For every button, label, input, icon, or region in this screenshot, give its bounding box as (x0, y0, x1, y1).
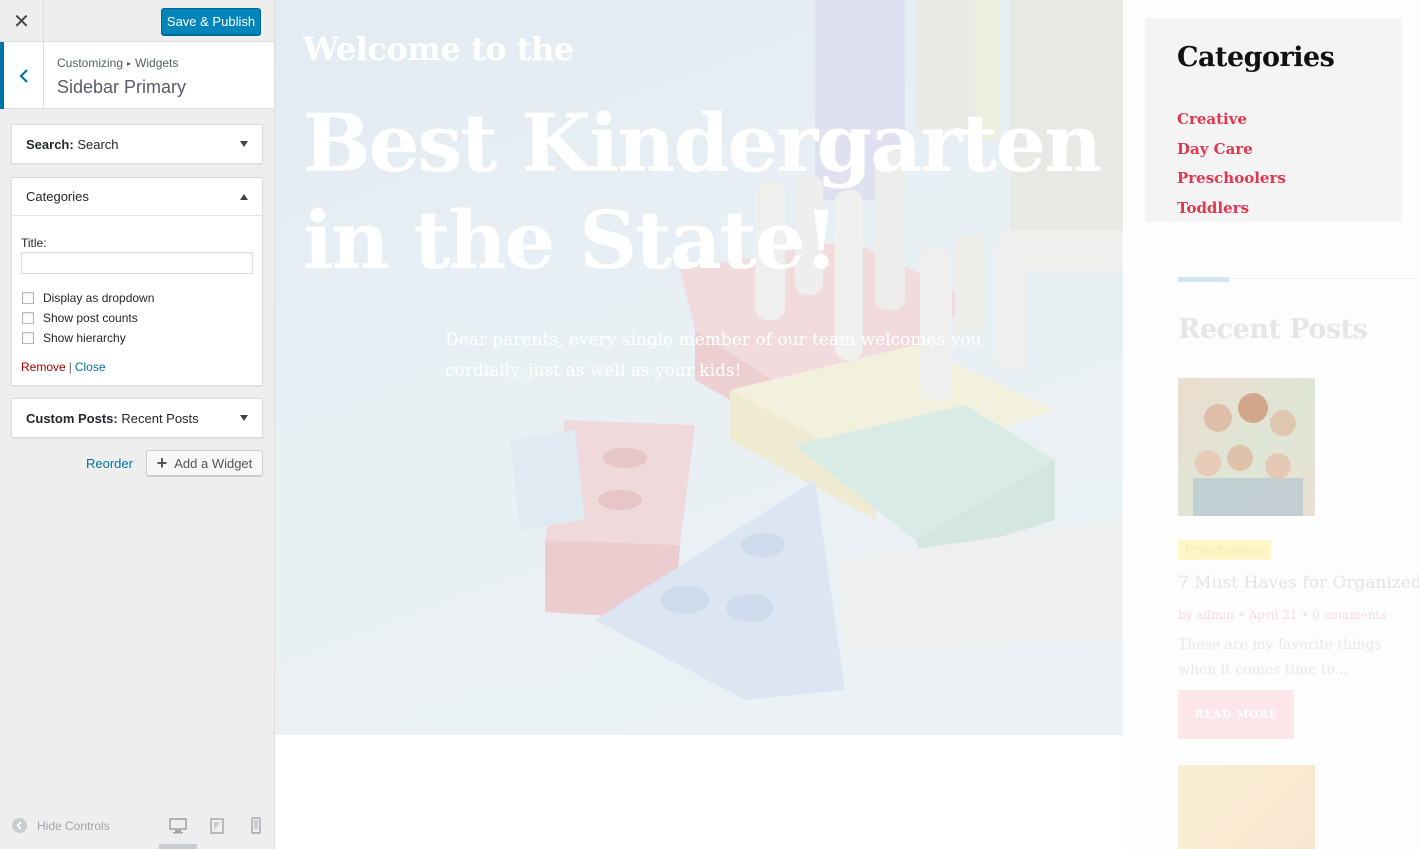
post-category-badge[interactable]: Preschoolers (1178, 540, 1271, 560)
recent-posts-heading: Recent Posts (1178, 314, 1368, 345)
breadcrumb-separator-icon: ▸ (127, 59, 132, 68)
section-divider (1229, 278, 1419, 279)
section-title: Sidebar Primary (57, 77, 187, 97)
search-widget-name: Search (77, 136, 119, 152)
show-hierarchy-checkbox[interactable] (22, 332, 34, 344)
hero-subtitle: Welcome to the (303, 30, 574, 68)
preview-sidebar: Categories Creative Day Care Preschooler… (1123, 0, 1419, 849)
display-dropdown-option[interactable]: Display as dropdown (22, 291, 154, 305)
category-link[interactable]: Toddlers (1177, 199, 1286, 229)
close-widget-link[interactable]: Close (75, 360, 106, 374)
expand-arrow-icon[interactable] (240, 141, 248, 147)
post-meta: by admin • April 21 • 0 comments (1178, 608, 1387, 622)
post-thumbnail[interactable] (1178, 378, 1315, 516)
show-hierarchy-label: Show hierarchy (43, 331, 126, 345)
display-dropdown-label: Display as dropdown (43, 291, 155, 305)
categories-list: Creative Day Care Preschoolers Toddlers (1177, 110, 1286, 228)
actions-separator: | (68, 360, 72, 374)
expand-arrow-icon[interactable] (240, 415, 248, 421)
category-link[interactable]: Preschoolers (1177, 169, 1286, 199)
plus-icon: + (156, 453, 168, 473)
breadcrumb-root: Customizing (57, 56, 124, 70)
post-thumbnail[interactable] (1178, 765, 1315, 849)
search-widget: Search: Search (11, 124, 263, 164)
add-widget-button[interactable]: + Add a Widget (146, 450, 263, 476)
widget-actions: Remove | Close (21, 360, 106, 374)
categories-widget-title: Categories (26, 189, 89, 204)
recent-posts-widget-name: Recent Posts (121, 410, 199, 426)
categories-widget-header[interactable]: Categories (12, 178, 262, 216)
show-post-counts-label: Show post counts (43, 311, 138, 325)
save-publish-button[interactable]: Save & Publish (161, 8, 261, 35)
breadcrumb: Customizing ▸ Widgets (57, 56, 178, 70)
recent-posts-widget-type: Custom Posts: (26, 410, 118, 426)
hero-title: Best Kindergarten in the State! (303, 96, 1102, 287)
search-widget-type: Search: (26, 136, 74, 152)
category-link[interactable]: Creative (1177, 110, 1286, 140)
hide-controls-label: Hide Controls (37, 818, 110, 833)
customizer-header: ✕ Save & Publish (0, 0, 274, 42)
search-widget-header[interactable]: Search: Search (12, 125, 262, 163)
show-post-counts-option[interactable]: Show post counts (22, 311, 138, 325)
section-header: Customizing ▸ Widgets Sidebar Primary (0, 42, 274, 109)
reorder-link[interactable]: Reorder (86, 456, 133, 471)
hide-controls-button[interactable]: Hide Controls (12, 818, 110, 833)
desktop-preview-icon[interactable] (168, 817, 188, 835)
post-excerpt: These are my favorite things when it com… (1178, 637, 1382, 678)
customizer-footer: Hide Controls (0, 808, 274, 849)
title-label: Title: (21, 236, 47, 250)
read-more-button[interactable]: READ MORE (1178, 690, 1294, 739)
add-widget-label: Add a Widget (174, 455, 253, 471)
collapse-arrow-icon[interactable] (240, 193, 248, 200)
categories-heading: Categories (1177, 42, 1335, 73)
categories-widget-preview: Categories Creative Day Care Preschooler… (1145, 18, 1402, 222)
close-customizer-button[interactable]: ✕ (0, 0, 44, 42)
categories-widget: Categories Title: Display as dropdown Sh… (11, 177, 263, 386)
remove-widget-link[interactable]: Remove (21, 360, 66, 374)
back-button[interactable] (0, 42, 44, 109)
customizer-panel: ✕ Save & Publish Customizing ▸ Widgets Sid… (0, 0, 275, 849)
section-accent-bar (1178, 277, 1229, 282)
display-dropdown-checkbox[interactable] (22, 292, 34, 304)
category-link[interactable]: Day Care (1177, 140, 1286, 170)
close-icon: ✕ (13, 10, 30, 33)
post-title[interactable]: 7 Must Haves for Organized (1178, 573, 1419, 593)
show-post-counts-checkbox[interactable] (22, 312, 34, 324)
show-hierarchy-option[interactable]: Show hierarchy (22, 331, 126, 345)
hero-text: Dear parents, every single member of our… (445, 330, 982, 381)
hero-banner: Welcome to the Best Kindergarten in the … (275, 0, 1123, 735)
recent-posts-widget-header[interactable]: Custom Posts: Recent Posts (12, 399, 262, 437)
recent-posts-widget: Custom Posts: Recent Posts (11, 398, 263, 438)
tablet-preview-icon[interactable] (207, 817, 227, 835)
active-device-indicator (159, 844, 197, 849)
site-preview: Welcome to the Best Kindergarten in the … (275, 0, 1419, 849)
chevron-left-icon (18, 68, 28, 83)
collapse-sidebar-icon (12, 818, 27, 833)
mobile-preview-icon[interactable] (246, 817, 266, 835)
title-input[interactable] (21, 252, 253, 274)
breadcrumb-current: Widgets (135, 56, 179, 70)
children-photo-image (1193, 393, 1303, 516)
